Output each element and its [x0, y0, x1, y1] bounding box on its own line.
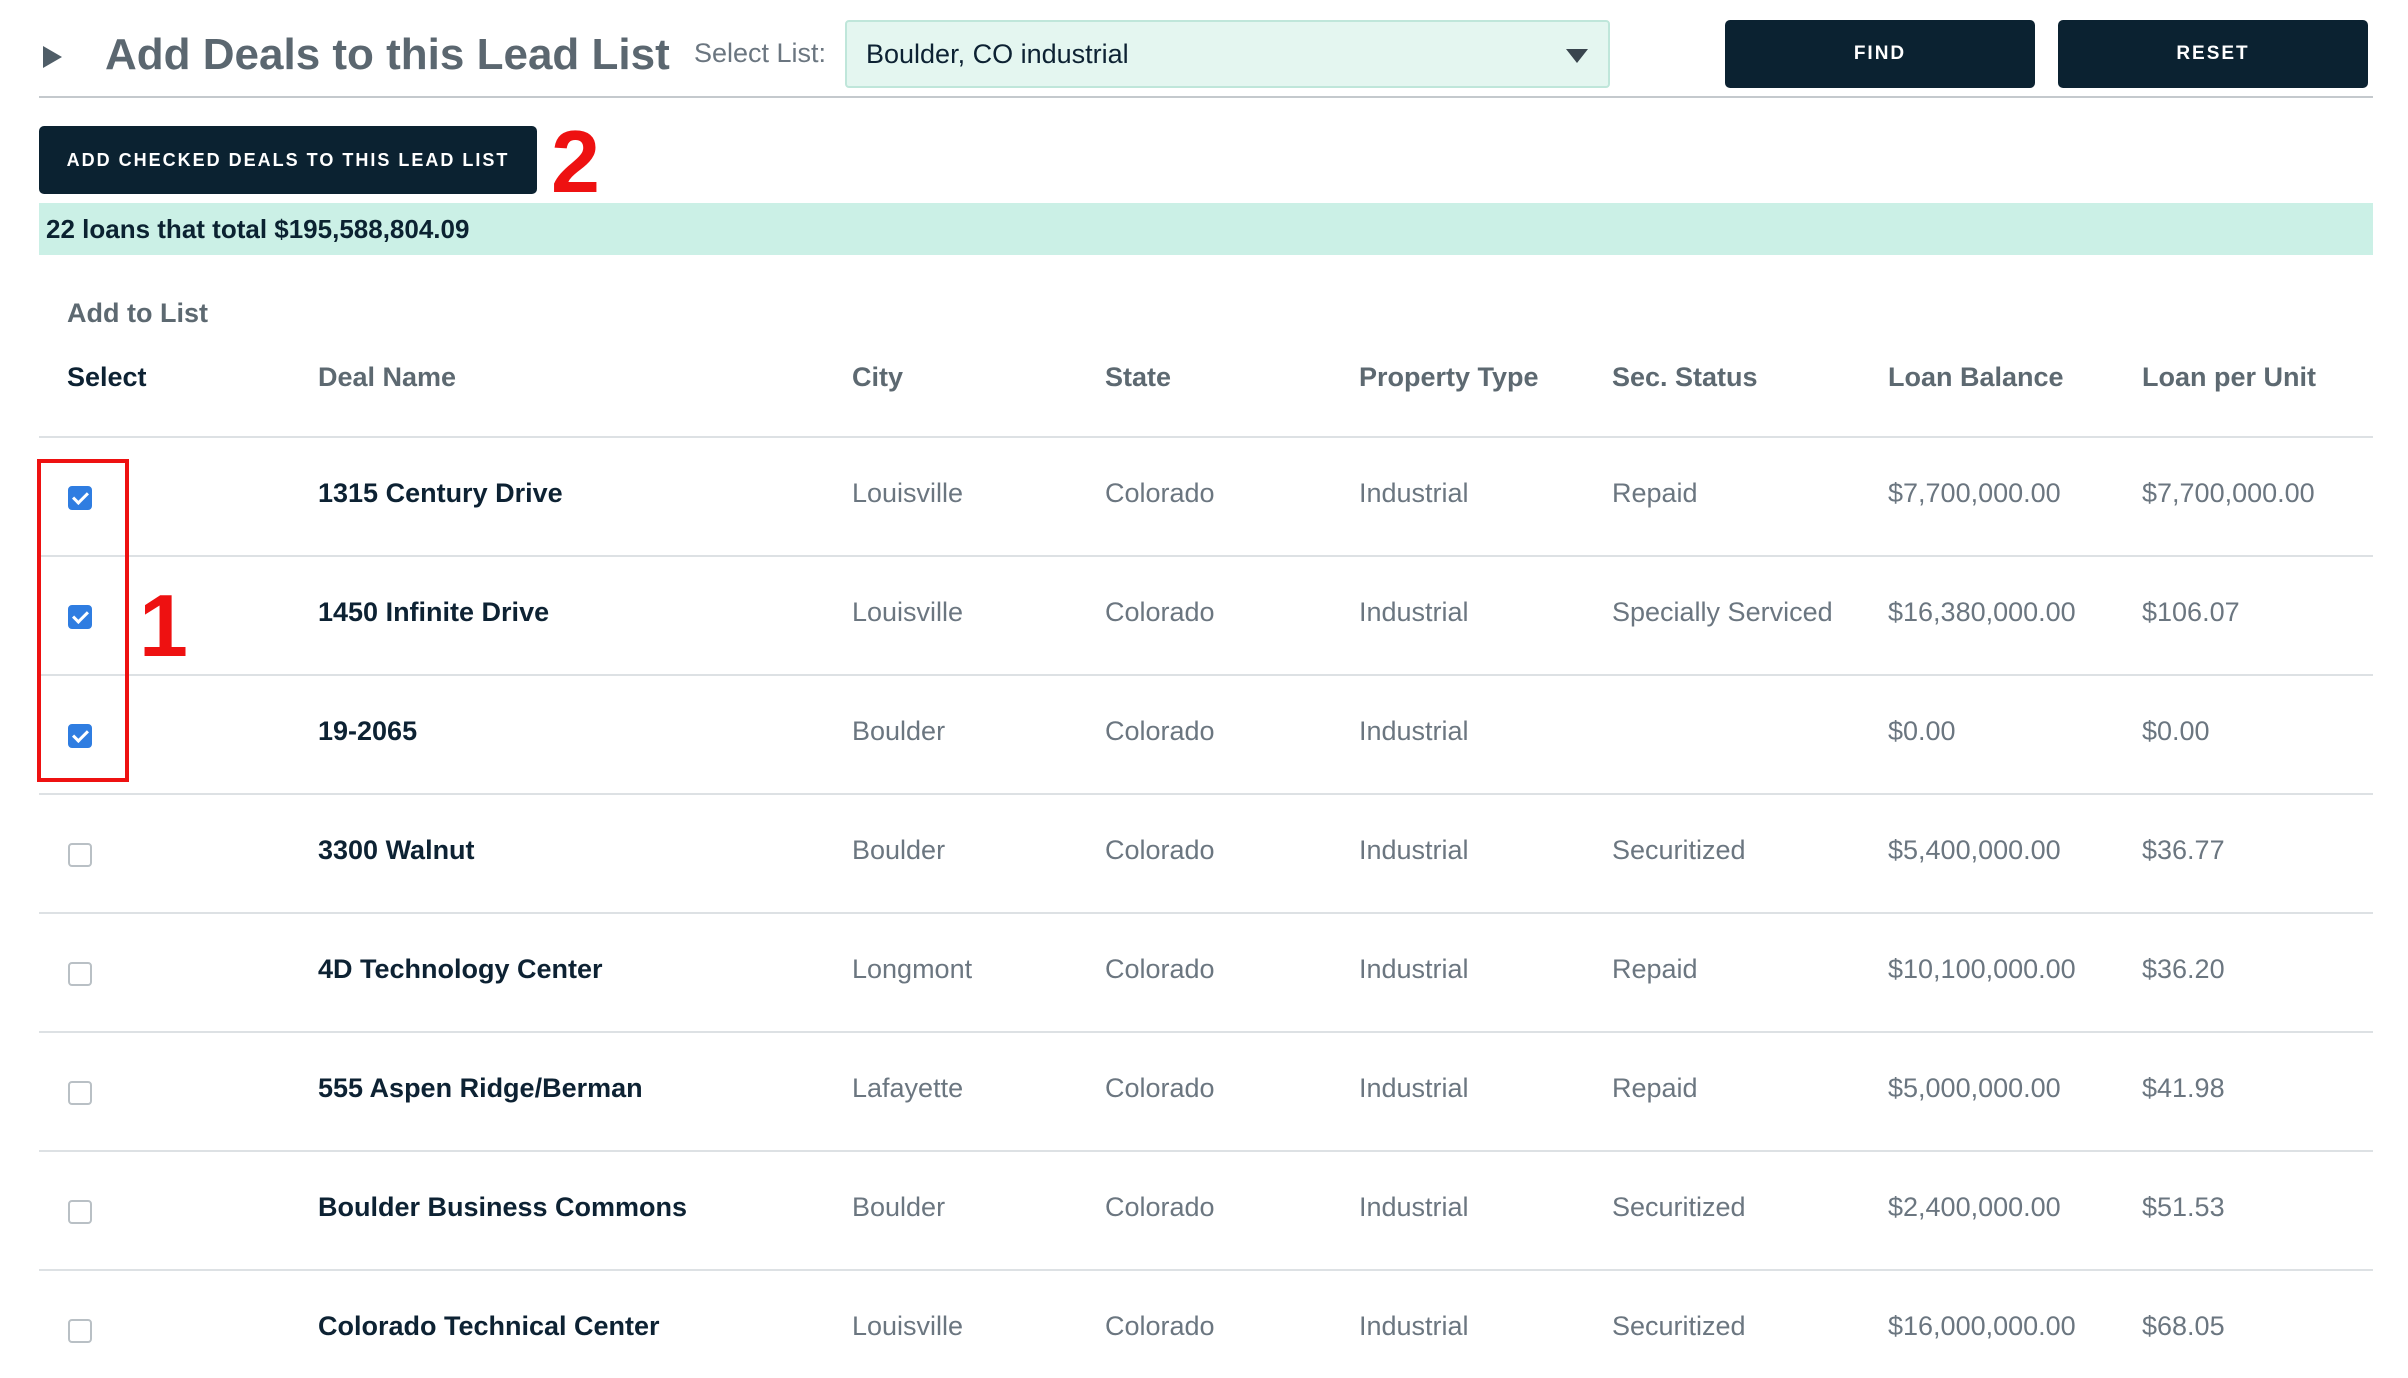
cell-loan-balance: $16,380,000.00: [1888, 597, 2076, 627]
cell-loan-balance: $5,000,000.00: [1888, 1073, 2061, 1103]
row-checkbox[interactable]: [68, 962, 92, 986]
column-header-deal-name[interactable]: Deal Name: [318, 362, 456, 393]
cell-loan-per-unit: $106.07: [2142, 597, 2240, 627]
cell-city: Boulder: [852, 835, 946, 865]
cell-city: Louisville: [852, 1311, 964, 1341]
select-list-label: Select List:: [694, 38, 827, 68]
cell-state: Colorado: [1105, 835, 1215, 865]
cell-state: Colorado: [1105, 1073, 1215, 1103]
header-bar: Add Deals to this Lead List Select List:…: [39, 20, 2373, 98]
column-header-property-type[interactable]: Property Type: [1359, 362, 1539, 393]
find-button[interactable]: FIND: [1725, 20, 2035, 88]
row-checkbox[interactable]: [68, 843, 92, 867]
table-row: 1450 Infinite Drive Louisville Colorado Ind…: [39, 557, 2373, 676]
cell-sec-status: Repaid: [1612, 954, 1698, 984]
cell-property-type: Industrial: [1359, 478, 1469, 508]
cell-loan-balance: $10,100,000.00: [1888, 954, 2076, 984]
column-header-loan-balance[interactable]: Loan Balance: [1888, 362, 2064, 393]
cell-loan-per-unit: $51.53: [2142, 1192, 2225, 1222]
reset-button[interactable]: RESET: [2058, 20, 2368, 88]
column-header-city[interactable]: City: [852, 362, 903, 393]
cell-sec-status: Repaid: [1612, 1073, 1698, 1103]
row-checkbox[interactable]: [68, 1081, 92, 1105]
row-checkbox[interactable]: [68, 1319, 92, 1343]
cell-state: Colorado: [1105, 716, 1215, 746]
cell-deal-name[interactable]: Boulder Business Commons: [318, 1192, 687, 1223]
add-checked-deals-button[interactable]: ADD CHECKED DEALS TO THIS LEAD LIST: [39, 126, 537, 194]
cell-deal-name[interactable]: 1315 Century Drive: [318, 478, 563, 509]
page: Add Deals to this Lead List Select List:…: [37, 0, 2373, 1378]
table-row: Boulder Business Commons Boulder Colorado I…: [39, 1152, 2373, 1271]
cell-sec-status: Securitized: [1612, 1311, 1746, 1341]
cell-deal-name[interactable]: Colorado Technical Center: [318, 1311, 660, 1342]
cell-property-type: Industrial: [1359, 597, 1469, 627]
cell-property-type: Industrial: [1359, 1311, 1469, 1341]
cell-loan-balance: $16,000,000.00: [1888, 1311, 2076, 1341]
cell-property-type: Industrial: [1359, 1073, 1469, 1103]
cell-deal-name[interactable]: 19-2065: [318, 716, 417, 747]
cell-deal-name[interactable]: 1450 Infinite Drive: [318, 597, 549, 628]
cell-sec-status: Securitized: [1612, 1192, 1746, 1222]
dropdown-caret-icon: [1566, 49, 1588, 63]
column-header-sec-status[interactable]: Sec. Status: [1612, 362, 1758, 393]
cell-loan-per-unit: $36.20: [2142, 954, 2225, 984]
cell-city: Louisville: [852, 478, 964, 508]
summary-banner: 22 loans that total $195,588,804.09: [39, 203, 2373, 255]
cell-deal-name[interactable]: 3300 Walnut: [318, 835, 475, 866]
cell-loan-per-unit: $7,700,000.00: [2142, 478, 2315, 508]
cell-state: Colorado: [1105, 597, 1215, 627]
table-row: 4D Technology Center Longmont Colorado Indu…: [39, 914, 2373, 1033]
cell-sec-status: Repaid: [1612, 478, 1698, 508]
cell-city: Boulder: [852, 1192, 946, 1222]
cell-loan-per-unit: $41.98: [2142, 1073, 2225, 1103]
table-row: Colorado Technical Center Louisville Color…: [39, 1271, 2373, 1378]
list-select-dropdown[interactable]: Boulder, CO industrial: [845, 20, 1610, 88]
cell-state: Colorado: [1105, 1311, 1215, 1341]
summary-text: 22 loans that total $195,588,804.09: [46, 214, 470, 244]
annotation-marker-2: 2: [551, 112, 600, 211]
cell-deal-name[interactable]: 4D Technology Center: [318, 954, 603, 985]
cell-city: Longmont: [852, 954, 973, 984]
table-caption: Add to List: [67, 298, 208, 328]
annotation-marker-1: 1: [139, 576, 188, 675]
cell-property-type: Industrial: [1359, 835, 1469, 865]
cell-city: Boulder: [852, 716, 946, 746]
cell-loan-balance: $2,400,000.00: [1888, 1192, 2061, 1222]
cell-loan-balance: $7,700,000.00: [1888, 478, 2061, 508]
cell-loan-per-unit: $36.77: [2142, 835, 2225, 865]
table-row: 555 Aspen Ridge/Berman Lafayette Colorado I…: [39, 1033, 2373, 1152]
column-header-loan-per-unit[interactable]: Loan per Unit: [2142, 362, 2316, 393]
cell-loan-per-unit: $0.00: [2142, 716, 2210, 746]
cell-loan-per-unit: $68.05: [2142, 1311, 2225, 1341]
cell-state: Colorado: [1105, 1192, 1215, 1222]
table-row: 19-2065 Boulder Colorado Industrial $0.00 $0.…: [39, 676, 2373, 795]
cell-state: Colorado: [1105, 954, 1215, 984]
cell-loan-balance: $5,400,000.00: [1888, 835, 2061, 865]
table-row: 3300 Walnut Boulder Colorado Industrial Secu…: [39, 795, 2373, 914]
expand-triangle-icon[interactable]: [43, 46, 62, 68]
cell-city: Lafayette: [852, 1073, 964, 1103]
page-title: Add Deals to this Lead List: [105, 30, 670, 79]
cell-city: Louisville: [852, 597, 964, 627]
selected-list-value: Boulder, CO industrial: [866, 39, 1129, 69]
cell-property-type: Industrial: [1359, 954, 1469, 984]
cell-state: Colorado: [1105, 478, 1215, 508]
table-row: 1315 Century Drive Louisville Colorado Indu…: [39, 438, 2373, 557]
cell-property-type: Industrial: [1359, 1192, 1469, 1222]
row-checkbox[interactable]: [68, 1200, 92, 1224]
column-header-state[interactable]: State: [1105, 362, 1171, 393]
cell-deal-name[interactable]: 555 Aspen Ridge/Berman: [318, 1073, 643, 1104]
cell-property-type: Industrial: [1359, 716, 1469, 746]
cell-sec-status: Specially Serviced: [1612, 597, 1833, 627]
annotation-highlight-box: [37, 459, 129, 782]
cell-sec-status: Securitized: [1612, 835, 1746, 865]
cell-loan-balance: $0.00: [1888, 716, 1956, 746]
column-header-select: Select: [67, 362, 147, 392]
